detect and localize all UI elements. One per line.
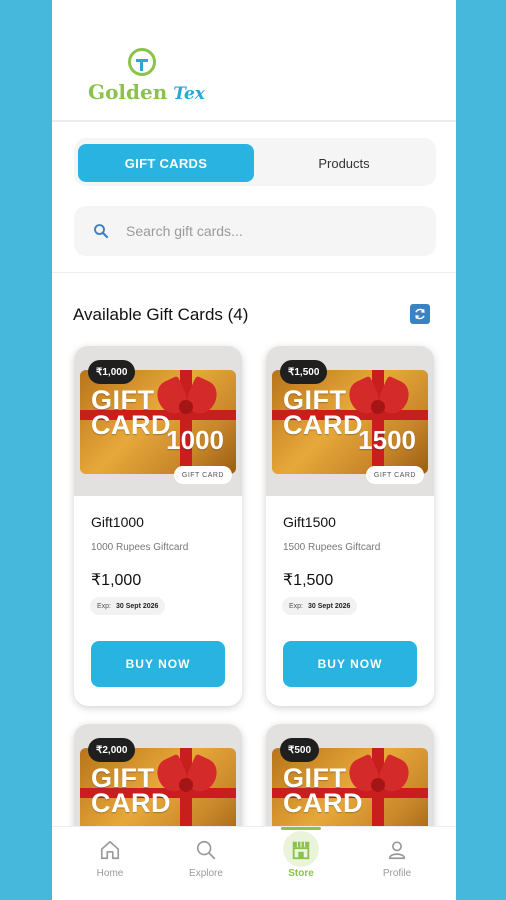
- gift-card-item: GIFT CARD 1000 GIFT CARD ₹1,000 Gift1000 …: [74, 346, 242, 706]
- gift-card-art-chip: GIFT CARD: [173, 466, 232, 484]
- nav-item-profile[interactable]: Profile: [357, 827, 437, 900]
- buy-now-button[interactable]: BUY NOW: [91, 641, 225, 687]
- search-icon: [196, 840, 216, 860]
- active-indicator: [281, 827, 321, 830]
- nav-label-explore: Explore: [189, 868, 223, 879]
- bottom-nav: Home Explore Store Profile: [52, 826, 456, 900]
- app-screen: GoldenTex GIFT CARDS Products Available …: [52, 0, 456, 900]
- gift-card-art-text: GIFT CARD: [91, 763, 171, 818]
- gift-card-name: Gift1500: [283, 514, 336, 530]
- gift-card-image: GIFT CARD 1500 GIFT CARD ₹1,500: [266, 346, 434, 496]
- refresh-icon[interactable]: [410, 304, 430, 324]
- price-badge: ₹2,000: [88, 738, 136, 762]
- price-badge: ₹500: [280, 738, 320, 762]
- divider: [52, 272, 456, 273]
- search-bar: [74, 206, 436, 256]
- nav-label-store: Store: [288, 868, 314, 879]
- nav-item-home[interactable]: Home: [70, 827, 150, 900]
- gift-card-description: 1500 Rupees Giftcard: [283, 542, 381, 553]
- gift-card-art-amount: 1000: [166, 425, 224, 455]
- nav-item-store[interactable]: Store: [261, 827, 341, 900]
- logo-mark-icon: [128, 48, 156, 76]
- price-badge: ₹1,500: [280, 360, 328, 384]
- nav-label-profile: Profile: [382, 868, 412, 879]
- buy-now-button[interactable]: BUY NOW: [283, 641, 417, 687]
- price-badge: ₹1,000: [88, 360, 136, 384]
- golden-tex-logo: Golden Tex: [88, 48, 218, 110]
- user-icon: [388, 841, 406, 860]
- gift-card-artwork: GIFT CARD 1000: [80, 370, 236, 474]
- gift-card-description: 1000 Rupees Giftcard: [91, 542, 189, 553]
- tab-gift-cards[interactable]: GIFT CARDS: [78, 144, 254, 182]
- store-icon: [292, 841, 310, 860]
- app-header: Golden Tex: [52, 0, 456, 122]
- nav-item-explore[interactable]: Explore: [166, 827, 246, 900]
- expiry-badge: Exp: 30 Sept 2026: [282, 597, 358, 615]
- gift-card-price: ₹1,500: [283, 572, 334, 589]
- home-icon: [100, 840, 120, 860]
- expiry-badge: Exp: 30 Sept 2026: [90, 597, 166, 615]
- gift-card-artwork: GIFT CARD 1500: [272, 370, 428, 474]
- gift-card-art-chip: GIFT CARD: [365, 466, 424, 484]
- gift-card-art-text: GIFT CARD: [283, 385, 363, 440]
- tab-products[interactable]: Products: [256, 144, 432, 182]
- tab-switcher: GIFT CARDS Products: [74, 138, 436, 186]
- gift-card-name: Gift1000: [91, 514, 144, 530]
- gift-card-image: GIFT CARD 1000 GIFT CARD ₹1,000: [74, 346, 242, 496]
- gift-card-item: GIFT CARD 1500 GIFT CARD ₹1,500 Gift1500 …: [266, 346, 434, 706]
- section-title: Available Gift Cards (4): [73, 305, 249, 324]
- search-icon: [94, 224, 109, 239]
- gift-card-art-text: GIFT CARD: [91, 385, 171, 440]
- nav-label-home: Home: [96, 868, 124, 879]
- logo-text: Golden Tex: [88, 80, 205, 104]
- search-input[interactable]: [126, 206, 416, 256]
- gift-card-art-text: GIFT CARD: [283, 763, 363, 818]
- gift-card-art-amount: 1500: [358, 425, 416, 455]
- gift-card-price: ₹1,000: [91, 572, 142, 589]
